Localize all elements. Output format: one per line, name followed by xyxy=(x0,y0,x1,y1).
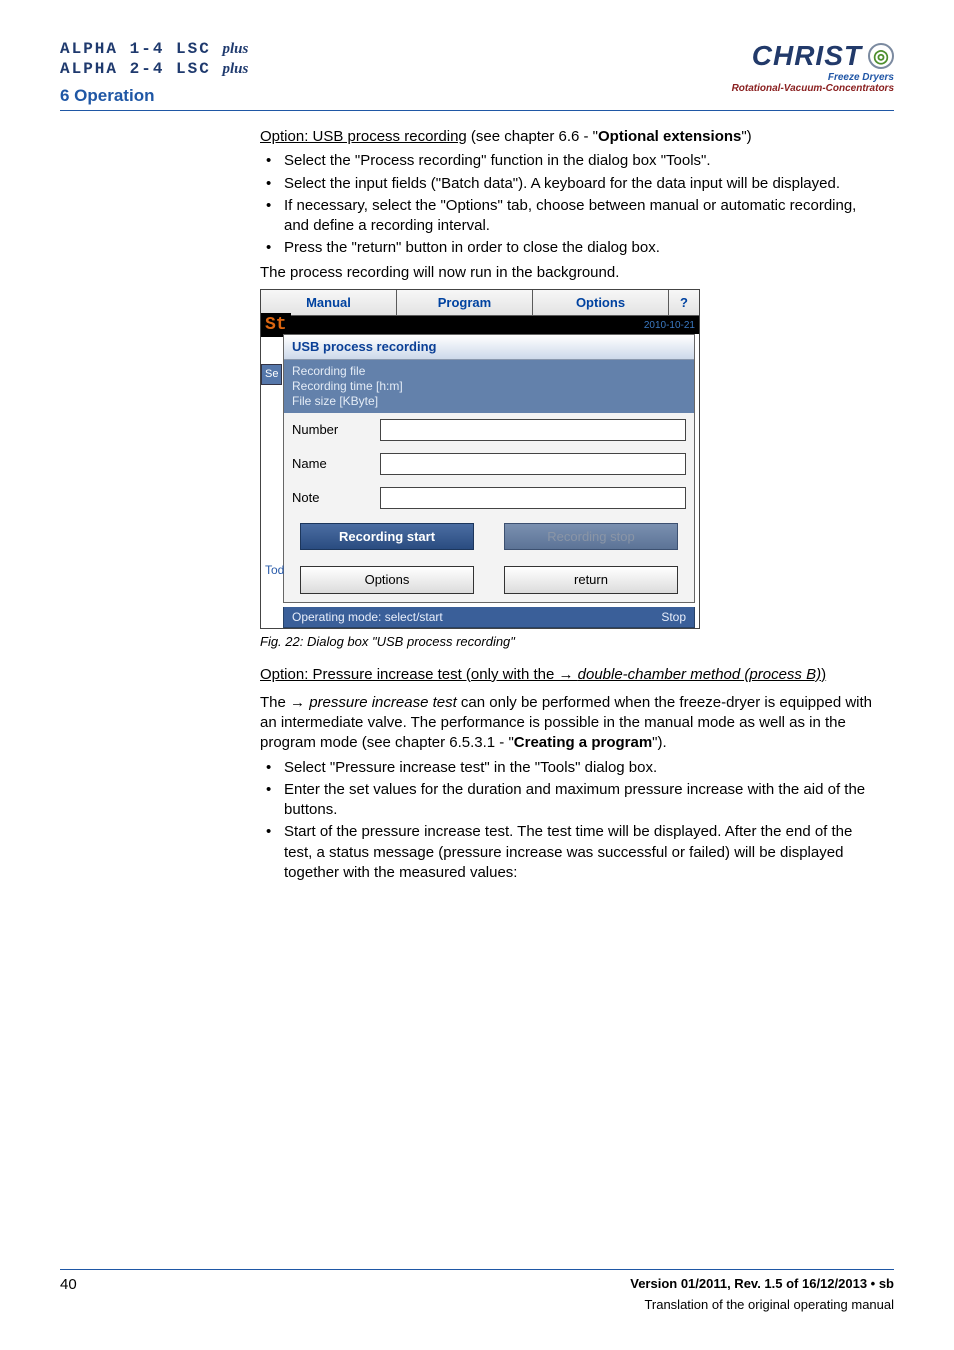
status-mode: Operating mode: select/start xyxy=(292,609,443,625)
logo-area: CHRIST ◎ Freeze Dryers Rotational-Vacuum… xyxy=(732,40,894,94)
pressure-bullets: Select "Pressure increase test" in the "… xyxy=(260,758,884,884)
brand-line-1: ALPHA 1-4 LSC plus xyxy=(60,40,248,58)
dialog-date: 2010-10-21 xyxy=(644,319,695,333)
dialog-subheader: St 2010-10-21 xyxy=(261,316,699,334)
page-footer: 40 Version 01/2011, Rev. 1.5 of 16/12/20… xyxy=(60,1269,894,1312)
pressure-heading: Option: Pressure increase test (only wit… xyxy=(260,665,884,685)
logo-sub1: Freeze Dryers xyxy=(828,72,894,83)
pp-pre: The → xyxy=(260,694,309,711)
label-number: Number xyxy=(292,421,372,439)
brand1-main: ALPHA 1-4 LSC xyxy=(60,40,211,58)
pressure-bullet: Enter the set values for the duration an… xyxy=(260,780,884,821)
recording-stop-button[interactable]: Recording stop xyxy=(504,523,678,551)
dialog-status-bar: Operating mode: select/start Stop xyxy=(283,607,695,628)
page-number: 40 xyxy=(60,1276,77,1312)
usb-bullet: Select the "Process recording" function … xyxy=(260,151,884,171)
pp-italic: pressure increase test xyxy=(309,694,457,711)
field-name-row: Name xyxy=(284,447,694,481)
recording-info: Recording file Recording time [h:m] File… xyxy=(284,360,694,413)
dialog-wrap: Manual Program Options ? St 2010-10-21 S… xyxy=(260,289,884,629)
dialog-inner-title: USB process recording xyxy=(284,335,694,360)
status-stop: Stop xyxy=(661,609,686,625)
logo-swirl-icon: ◎ xyxy=(868,43,894,69)
se-stub: Se xyxy=(261,364,282,385)
label-note: Note xyxy=(292,489,372,507)
footer-translation: Translation of the original operating ma… xyxy=(630,1297,894,1312)
pp-bold: Creating a program xyxy=(514,734,652,751)
pressure-bullet: Select "Pressure increase test" in the "… xyxy=(260,758,884,778)
brand1-plus: plus xyxy=(222,41,248,57)
dialog-tabs: Manual Program Options ? xyxy=(261,290,699,317)
rec-info-line: File size [KByte] xyxy=(292,394,686,409)
footer-version: Version 01/2011, Rev. 1.5 of 16/12/2013 … xyxy=(630,1276,894,1291)
label-name: Name xyxy=(292,455,372,473)
page-header: ALPHA 1-4 LSC plus ALPHA 2-4 LSC plus 6 … xyxy=(60,40,894,111)
rec-info-line: Recording time [h:m] xyxy=(292,379,686,394)
recording-start-button[interactable]: Recording start xyxy=(300,523,474,551)
field-note-row: Note xyxy=(284,481,694,515)
dialog-inner: USB process recording Recording file Rec… xyxy=(283,334,695,603)
return-button[interactable]: return xyxy=(504,566,678,594)
tod-stub: Tod xyxy=(263,554,286,578)
field-number-row: Number xyxy=(284,413,694,447)
bottom-buttons: Options return xyxy=(284,558,694,602)
pressure-heading-text: Option: Pressure increase test (only wit… xyxy=(260,666,826,683)
options-button[interactable]: Options xyxy=(300,566,474,594)
input-note[interactable] xyxy=(380,487,686,509)
pp-end: "). xyxy=(652,734,667,751)
brand2-plus: plus xyxy=(222,61,248,77)
usb-heading-underline: Option: USB process recording xyxy=(260,128,467,145)
usb-post-line: The process recording will now run in th… xyxy=(260,263,884,283)
logo-sub2: Rotational-Vacuum-Concentrators xyxy=(732,83,894,94)
ph-prefix: Option: Pressure increase test (only wit… xyxy=(260,666,578,683)
ph-italic: double-chamber method (process B) xyxy=(578,666,821,683)
brand-block: ALPHA 1-4 LSC plus ALPHA 2-4 LSC plus 6 … xyxy=(60,40,248,106)
ph-suffix: ) xyxy=(821,666,826,683)
usb-dialog: Manual Program Options ? St 2010-10-21 S… xyxy=(260,289,700,629)
usb-heading: Option: USB process recording (see chapt… xyxy=(260,127,884,147)
input-number[interactable] xyxy=(380,419,686,441)
input-name[interactable] xyxy=(380,453,686,475)
brand2-main: ALPHA 2-4 LSC xyxy=(60,60,211,78)
usb-bullet: Press the "return" button in order to cl… xyxy=(260,238,884,258)
footer-right: Version 01/2011, Rev. 1.5 of 16/12/2013 … xyxy=(630,1276,894,1312)
usb-heading-bold: Optional extensions xyxy=(598,128,741,145)
pressure-paragraph: The → pressure increase test can only be… xyxy=(260,693,884,754)
pressure-bullet: Start of the pressure increase test. The… xyxy=(260,822,884,883)
tab-options[interactable]: Options xyxy=(533,290,669,317)
usb-bullets: Select the "Process recording" function … xyxy=(260,151,884,258)
figure-caption: Fig. 22: Dialog box "USB process recordi… xyxy=(260,633,884,651)
usb-heading-suffix: (see chapter 6.6 - " xyxy=(467,128,598,145)
section-title: 6 Operation xyxy=(60,86,248,106)
brand-line-2: ALPHA 2-4 LSC plus xyxy=(60,60,248,78)
rec-info-line: Recording file xyxy=(292,364,686,379)
tab-program[interactable]: Program xyxy=(397,290,533,317)
recording-buttons: Recording start Recording stop xyxy=(284,515,694,559)
usb-heading-end: ") xyxy=(741,128,751,145)
content: Option: USB process recording (see chapt… xyxy=(260,127,884,883)
logo-text: CHRIST xyxy=(752,40,862,72)
usb-bullet: If necessary, select the "Options" tab, … xyxy=(260,196,884,237)
tab-help[interactable]: ? xyxy=(669,290,699,317)
usb-bullet: Select the input fields ("Batch data"). … xyxy=(260,174,884,194)
